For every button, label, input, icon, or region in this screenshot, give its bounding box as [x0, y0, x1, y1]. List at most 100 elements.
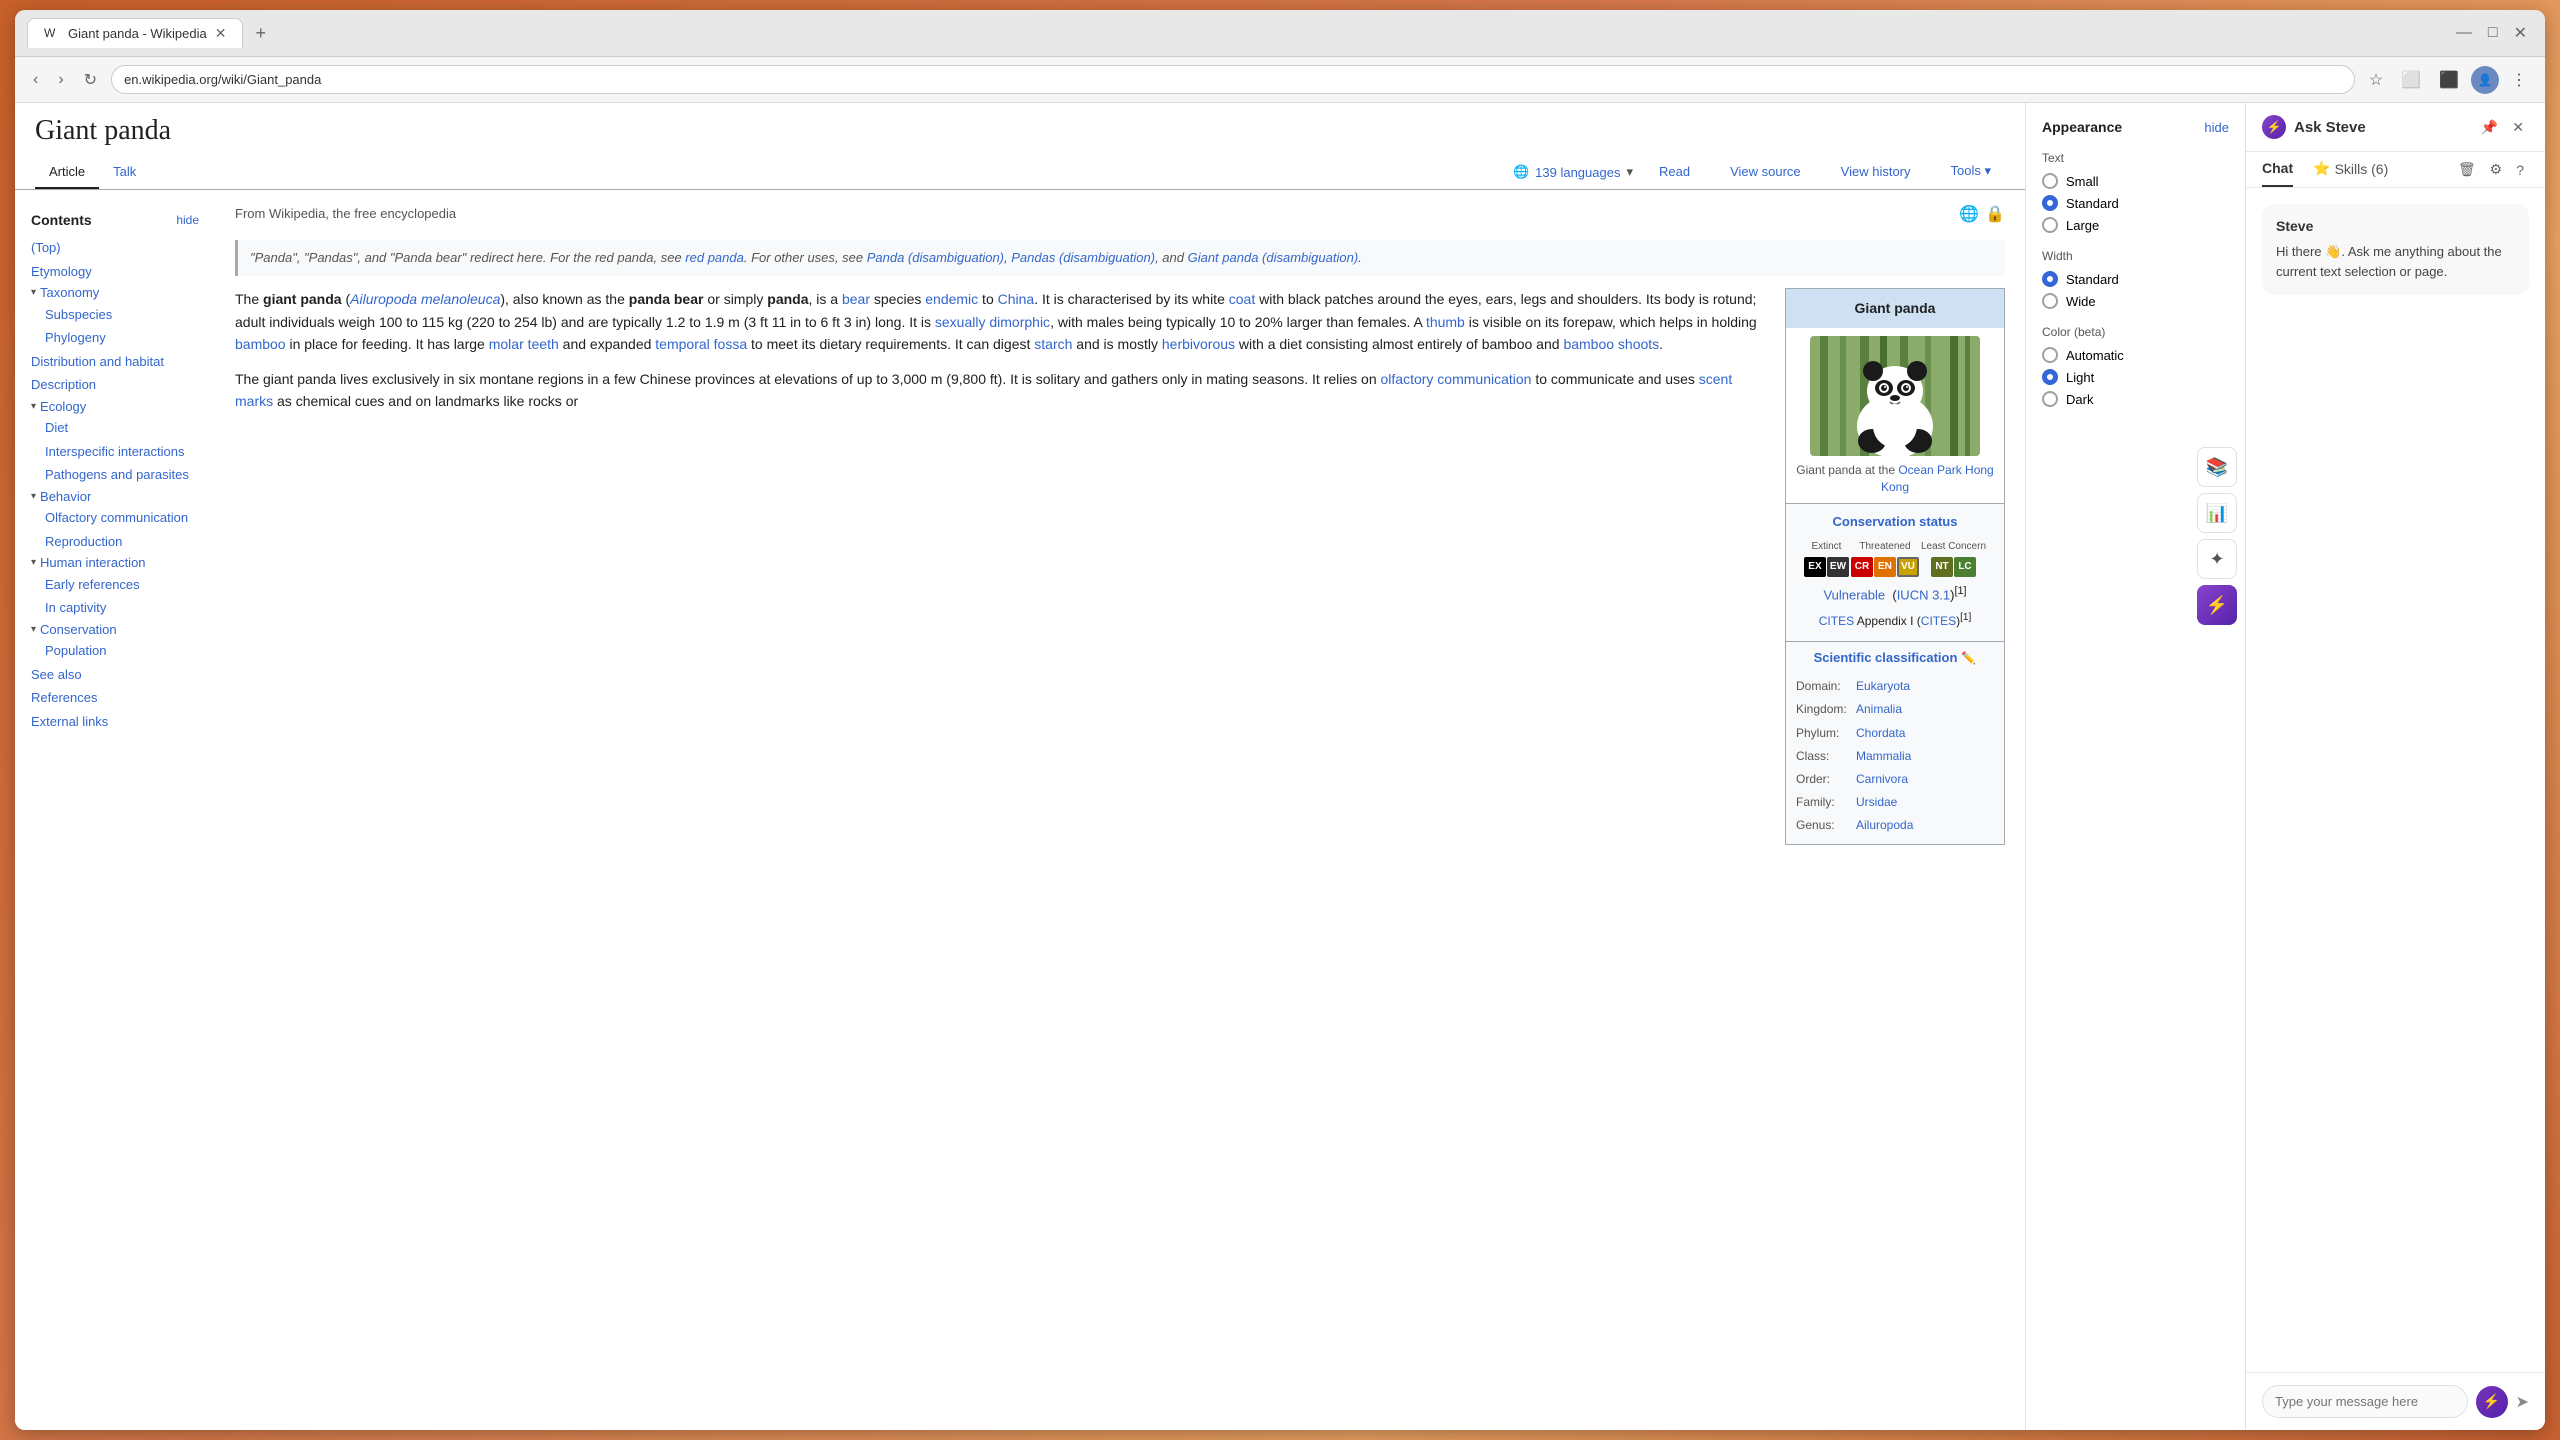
toc-item-top[interactable]: (Top) — [31, 236, 199, 260]
trash-icon-button[interactable]: 🗑 — [2453, 152, 2481, 187]
bamboo-shoots-link[interactable]: bamboo shoots — [1563, 336, 1659, 352]
conservation-title[interactable]: Conservation status — [1794, 512, 1996, 533]
menu-button[interactable]: ⋮ — [2505, 66, 2533, 94]
tab-talk[interactable]: Talk — [99, 156, 150, 189]
send-purple-button[interactable]: ⚡ — [2476, 1386, 2508, 1418]
herbivorous-link[interactable]: herbivorous — [1162, 336, 1235, 352]
tab-view-history[interactable]: View history — [1827, 156, 1925, 189]
toc-hide-button[interactable]: hide — [176, 213, 199, 227]
text-small-radio[interactable] — [2042, 173, 2058, 189]
giant-panda-disambig-link[interactable]: Giant panda (disambiguation) — [1188, 250, 1359, 265]
width-standard-radio[interactable] — [2042, 271, 2058, 287]
tab-read[interactable]: Read — [1645, 156, 1704, 189]
coat-link[interactable]: coat — [1229, 291, 1255, 307]
text-large-option[interactable]: Large — [2042, 217, 2229, 233]
toc-item-diet[interactable]: Diet — [31, 416, 199, 440]
languages-link[interactable]: 139 languages — [1535, 165, 1620, 180]
toc-item-distribution[interactable]: Distribution and habitat — [31, 350, 199, 374]
toc-item-phylogeny[interactable]: Phylogeny — [31, 326, 199, 350]
extension-icon[interactable]: ⬜ — [2395, 66, 2427, 94]
chart-side-button[interactable]: 📊 — [2197, 493, 2237, 533]
sci-class-link[interactable]: Scientific classification — [1814, 648, 1958, 669]
toc-item-conservation[interactable]: ▾ Conservation — [31, 620, 199, 640]
ocean-park-link[interactable]: Ocean Park Hong Kong — [1881, 463, 1994, 494]
appearance-hide-button[interactable]: hide — [2204, 120, 2229, 135]
forward-button[interactable]: › — [52, 67, 69, 93]
help-icon-button[interactable]: ? — [2511, 152, 2529, 187]
minimize-button[interactable]: — — [2450, 19, 2478, 47]
color-auto-radio[interactable] — [2042, 347, 2058, 363]
toc-item-references[interactable]: References — [31, 686, 199, 710]
tab-skills[interactable]: ⭐ Skills (6) — [2313, 152, 2388, 187]
width-wide-radio[interactable] — [2042, 293, 2058, 309]
toc-item-taxonomy[interactable]: ▾ Taxonomy — [31, 283, 199, 303]
panda-disambig-link[interactable]: Panda (disambiguation) — [867, 250, 1004, 265]
close-button[interactable]: ✕ — [2507, 116, 2529, 139]
color-dark-radio[interactable] — [2042, 391, 2058, 407]
toc-item-early-refs[interactable]: Early references — [31, 573, 199, 597]
sexually-dimorphic-link[interactable]: sexually dimorphic — [935, 314, 1050, 330]
toc-item-ecology[interactable]: ▾ Ecology — [31, 397, 199, 417]
text-standard-option[interactable]: Standard — [2042, 195, 2229, 211]
user-avatar[interactable]: 👤 — [2471, 66, 2499, 94]
ailuropoda-genus-link[interactable]: Ailuropoda — [1856, 818, 1913, 832]
tab-view-source[interactable]: View source — [1716, 156, 1815, 189]
toc-item-olfactory[interactable]: Olfactory communication — [31, 506, 199, 530]
pin-button[interactable]: 📌 — [2476, 116, 2503, 139]
color-light-radio[interactable] — [2042, 369, 2058, 385]
toc-item-description[interactable]: Description — [31, 373, 199, 397]
width-standard-option[interactable]: Standard — [2042, 271, 2229, 287]
puzzle-icon[interactable]: ⬛ — [2433, 66, 2465, 94]
toc-item-in-captivity[interactable]: In captivity — [31, 596, 199, 620]
send-button[interactable]: ➤ — [2516, 1392, 2529, 1412]
thumb-link[interactable]: thumb — [1426, 314, 1465, 330]
vulnerable-link[interactable]: Vulnerable — [1823, 588, 1885, 603]
color-dark-option[interactable]: Dark — [2042, 391, 2229, 407]
toc-item-external[interactable]: External links — [31, 710, 199, 734]
toc-item-population[interactable]: Population — [31, 639, 199, 663]
toc-item-subspecies[interactable]: Subspecies — [31, 303, 199, 327]
toc-item-reproduction[interactable]: Reproduction — [31, 530, 199, 554]
lightning-side-button[interactable]: ⚡ — [2197, 585, 2237, 625]
ursidae-link[interactable]: Ursidae — [1856, 795, 1897, 809]
new-tab-button[interactable]: + — [247, 21, 274, 46]
text-small-option[interactable]: Small — [2042, 173, 2229, 189]
tab-article[interactable]: Article — [35, 156, 99, 189]
toc-item-behavior[interactable]: ▾ Behavior — [31, 487, 199, 507]
refresh-button[interactable]: ↻ — [78, 66, 103, 94]
bamboo-link[interactable]: bamboo — [235, 336, 286, 352]
eukaryota-link[interactable]: Eukaryota — [1856, 679, 1910, 693]
toc-item-etymology[interactable]: Etymology — [31, 260, 199, 284]
carnivora-link[interactable]: Carnivora — [1856, 772, 1908, 786]
tab-tools[interactable]: Tools ▾ — [1937, 155, 2006, 189]
tab-chat[interactable]: Chat — [2262, 152, 2293, 187]
maximize-button[interactable]: □ — [2482, 19, 2504, 47]
address-bar[interactable] — [111, 65, 2355, 94]
window-close-button[interactable]: ✕ — [2508, 19, 2533, 47]
bookmark-icon[interactable]: ☆ — [2363, 66, 2389, 94]
olfactory-comm-link[interactable]: olfactory communication — [1381, 371, 1532, 387]
color-auto-option[interactable]: Automatic — [2042, 347, 2229, 363]
tab-close-button[interactable]: ✕ — [215, 25, 227, 42]
toc-item-pathogens[interactable]: Pathogens and parasites — [31, 463, 199, 487]
starch-link[interactable]: starch — [1034, 336, 1072, 352]
back-button[interactable]: ‹ — [27, 67, 44, 93]
pandas-disambig-link[interactable]: Pandas (disambiguation) — [1011, 250, 1155, 265]
chordata-link[interactable]: Chordata — [1856, 726, 1905, 740]
edit-icon[interactable]: ✏️ — [1961, 649, 1976, 668]
toc-item-human[interactable]: ▾ Human interaction — [31, 553, 199, 573]
ailuropoda-link[interactable]: Ailuropoda melanoleuca — [350, 291, 500, 307]
iucn-link[interactable]: IUCN 3.1 — [1897, 588, 1950, 603]
color-light-option[interactable]: Light — [2042, 369, 2229, 385]
china-link[interactable]: China — [998, 291, 1035, 307]
width-wide-option[interactable]: Wide — [2042, 293, 2229, 309]
toc-item-interspecific[interactable]: Interspecific interactions — [31, 440, 199, 464]
text-large-radio[interactable] — [2042, 217, 2058, 233]
text-standard-radio[interactable] — [2042, 195, 2058, 211]
red-panda-link[interactable]: red panda — [685, 250, 744, 265]
cites-appendix-link[interactable]: CITES — [1921, 614, 1956, 628]
toc-item-see-also[interactable]: See also — [31, 663, 199, 687]
message-input[interactable] — [2262, 1385, 2468, 1418]
bear-link[interactable]: bear — [842, 291, 870, 307]
temporal-fossa-link[interactable]: temporal fossa — [655, 336, 747, 352]
